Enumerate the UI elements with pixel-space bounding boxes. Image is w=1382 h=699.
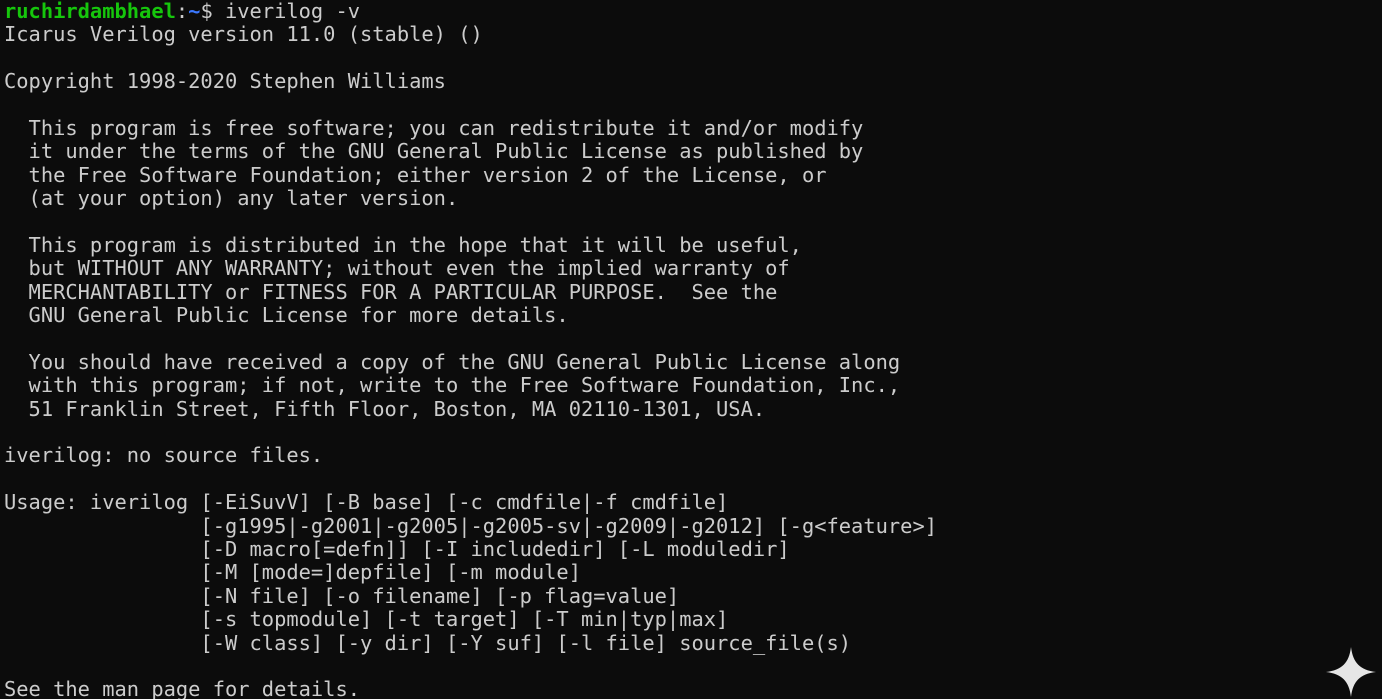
output-line: it under the terms of the GNU General Pu…	[4, 139, 864, 164]
output-line: [-W class] [-y dir] [-Y suf] [-l file] s…	[4, 630, 852, 655]
output-line: [-N file] [-o filename] [-p flag=value]	[4, 583, 680, 608]
output-line: with this program; if not, write to the …	[4, 373, 901, 398]
output-line: Icarus Verilog version 11.0 (stable) ()	[4, 22, 483, 47]
output-line: Copyright 1998-2020 Stephen Williams	[4, 69, 446, 94]
output-line: See the man page for details.	[4, 677, 361, 699]
output-line: [-g1995|-g2001|-g2005|-g2005-sv|-g2009|-…	[4, 513, 937, 538]
sparkle-icon	[1326, 647, 1376, 697]
output-line: GNU General Public License for more deta…	[4, 303, 569, 328]
prompt-symbol: $	[200, 0, 225, 23]
prompt-separator: :	[175, 0, 189, 23]
output-line: This program is distributed in the hope …	[4, 232, 802, 257]
prompt-command: iverilog -v	[225, 0, 361, 23]
output-line: 51 Franklin Street, Fifth Floor, Boston,…	[4, 396, 766, 421]
output-line: but WITHOUT ANY WARRANTY; without even t…	[4, 256, 790, 281]
output-line: You should have received a copy of the G…	[4, 349, 901, 374]
output-line: the Free Software Foundation; either ver…	[4, 162, 827, 187]
output-line: This program is free software; you can r…	[4, 115, 864, 140]
output-line: (at your option) any later version.	[4, 186, 459, 211]
output-line: iverilog: no source files.	[4, 443, 324, 468]
output-line: [-D macro[=defn]] [-I includedir] [-L mo…	[4, 536, 790, 561]
terminal-window[interactable]: ruchirdambhael:~$ iverilog -v Icarus Ver…	[0, 0, 1382, 699]
prompt-user-host: ruchirdambhael	[4, 0, 176, 23]
prompt-path: ~	[188, 0, 201, 23]
output-line: [-s topmodule] [-t target] [-T min|typ|m…	[4, 607, 729, 632]
output-line: Usage: iverilog [-EiSuvV] [-B base] [-c …	[4, 490, 729, 515]
output-line: [-M [mode=]depfile] [-m module]	[4, 560, 581, 585]
output-line: MERCHANTABILITY or FITNESS FOR A PARTICU…	[4, 279, 778, 304]
terminal-output: Icarus Verilog version 11.0 (stable) () C…	[4, 22, 1382, 699]
prompt-line: ruchirdambhael:~$ iverilog -v	[4, 0, 1382, 23]
